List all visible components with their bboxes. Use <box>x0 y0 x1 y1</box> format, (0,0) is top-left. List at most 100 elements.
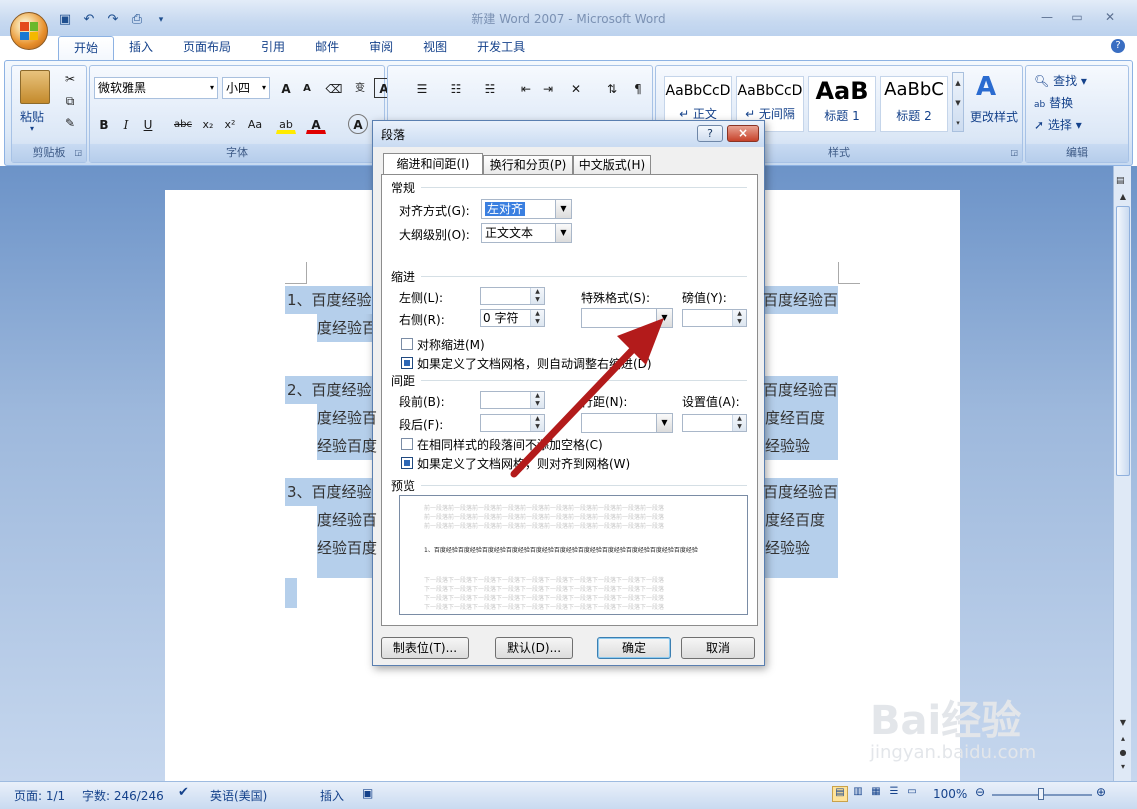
font-name-box[interactable]: 微软雅黑 ▾ <box>94 77 218 99</box>
numbering-icon[interactable]: ☷ <box>446 78 466 98</box>
cancel-button[interactable]: 取消 <box>681 637 755 659</box>
decrease-indent-icon[interactable]: ⇤ <box>516 78 536 98</box>
dialog-tab-asian[interactable]: 中文版式(H) <box>573 155 651 175</box>
format-painter-icon[interactable]: ✎ <box>60 112 80 132</box>
replace-button[interactable]: ab 替换 <box>1034 94 1073 111</box>
select-button[interactable]: ➚ 选择 ▾ <box>1034 116 1082 133</box>
status-mode[interactable]: 插入 <box>320 787 344 804</box>
status-language[interactable]: 英语(美国) <box>210 787 267 804</box>
highlight-icon[interactable]: ab <box>276 114 296 134</box>
copy-icon[interactable]: ⧉ <box>60 90 80 110</box>
special-select[interactable]: ▼ <box>581 308 673 328</box>
maximize-button[interactable]: ▭ <box>1065 8 1089 26</box>
vertical-scrollbar[interactable]: ▤ ▲ ▼ ▴ ● ▾ <box>1113 166 1131 781</box>
dialog-help-button[interactable]: ? <box>697 125 723 142</box>
change-styles-button[interactable]: 更改样式 <box>970 108 1018 125</box>
tab-mailings[interactable]: 邮件 <box>300 36 354 60</box>
tab-review[interactable]: 审阅 <box>354 36 408 60</box>
bullets-icon[interactable]: ☰ <box>412 78 432 98</box>
tabs-button[interactable]: 制表位(T)... <box>381 637 469 659</box>
scroll-thumb[interactable] <box>1116 206 1130 476</box>
browse-object-icon[interactable]: ● <box>1116 746 1130 760</box>
undo-icon[interactable]: ↶ <box>80 11 98 29</box>
close-window-button[interactable]: ✕ <box>1098 8 1122 26</box>
snap-grid-checkbox[interactable] <box>401 457 413 469</box>
outline-level-select[interactable]: 正文文本 ▼ <box>481 223 572 243</box>
scroll-down-icon[interactable]: ▼ <box>1116 716 1130 730</box>
proofing-icon[interactable]: ✔ <box>178 785 189 800</box>
scroll-up-icon[interactable]: ▲ <box>1116 192 1130 206</box>
auto-adjust-checkbox[interactable] <box>401 357 413 369</box>
full-screen-icon[interactable]: ▥ <box>850 786 866 804</box>
grow-font-icon[interactable]: A <box>276 78 296 98</box>
font-color-icon[interactable]: A <box>306 114 326 134</box>
strikethrough-icon[interactable]: abc <box>170 114 196 134</box>
dialog-close-button[interactable]: × <box>727 125 759 142</box>
paste-button[interactable]: 粘贴 <box>20 108 44 125</box>
ok-button[interactable]: 确定 <box>597 637 671 659</box>
underline-icon[interactable]: U <box>138 114 158 134</box>
after-spinner[interactable]: ▲ ▼ <box>480 414 545 432</box>
right-indent-spinner[interactable]: 0 字符 ▲ ▼ <box>480 309 545 327</box>
at-spinner[interactable]: ▲ ▼ <box>682 414 747 432</box>
italic-icon[interactable]: I <box>116 114 136 134</box>
outline-icon[interactable]: ☰ <box>886 786 902 804</box>
multilevel-list-icon[interactable]: ☵ <box>480 78 500 98</box>
office-button[interactable] <box>10 12 48 50</box>
save-icon[interactable]: ▣ <box>56 11 74 29</box>
subscript-icon[interactable]: x₂ <box>198 114 218 134</box>
print-preview-icon[interactable]: ⎙ <box>128 11 146 29</box>
tab-view[interactable]: 视图 <box>408 36 462 60</box>
dialog-tab-line-breaks[interactable]: 换行和分页(P) <box>483 155 573 175</box>
before-spinner[interactable]: ▲ ▼ <box>480 391 545 409</box>
style-heading-1[interactable]: AaB 标题 1 <box>808 76 876 132</box>
increase-indent-icon[interactable]: ⇥ <box>538 78 558 98</box>
show-marks-icon[interactable]: ¶ <box>628 78 648 98</box>
tab-page-layout[interactable]: 页面布局 <box>168 36 246 60</box>
minimize-button[interactable]: — <box>1035 8 1059 26</box>
phonetic-guide-icon[interactable]: 变 <box>350 78 370 98</box>
print-layout-icon[interactable]: ▤ <box>832 786 848 802</box>
style-heading-2[interactable]: AaBbC 标题 2 <box>880 76 948 132</box>
default-button[interactable]: 默认(D)... <box>495 637 573 659</box>
font-size-box[interactable]: 小四 ▾ <box>222 77 270 99</box>
web-layout-icon[interactable]: ▦ <box>868 786 884 804</box>
clear-format-icon[interactable]: ⌫ <box>324 78 344 98</box>
prev-page-icon[interactable]: ▴ <box>1116 732 1130 746</box>
status-page[interactable]: 页面: 1/1 <box>14 787 65 804</box>
by-spinner[interactable]: ▲ ▼ <box>682 309 747 327</box>
next-page-icon[interactable]: ▾ <box>1116 760 1130 774</box>
help-icon[interactable]: ? <box>1111 39 1125 53</box>
ruler-toggle-icon[interactable]: ▤ <box>1116 176 1128 188</box>
paste-icon[interactable] <box>20 70 50 104</box>
tab-home[interactable]: 开始 <box>58 36 115 60</box>
zoom-out-icon[interactable]: ⊖ <box>975 785 985 799</box>
customize-qat-icon[interactable]: ▾ <box>152 11 170 29</box>
zoom-in-icon[interactable]: ⊕ <box>1096 785 1106 799</box>
status-words[interactable]: 字数: 246/246 <box>82 787 164 804</box>
zoom-slider-thumb[interactable] <box>1038 788 1044 800</box>
dialog-tab-indents[interactable]: 缩进和间距(I) <box>383 153 483 175</box>
zoom-level[interactable]: 100% <box>933 787 967 801</box>
no-space-checkbox[interactable] <box>401 438 413 450</box>
chinese-layout-icon[interactable]: ✕ <box>566 78 586 98</box>
change-styles-icon[interactable]: A <box>976 72 996 102</box>
change-case-icon[interactable]: Aa <box>242 114 268 134</box>
superscript-icon[interactable]: x² <box>220 114 240 134</box>
tab-references[interactable]: 引用 <box>246 36 300 60</box>
styles-scroll[interactable]: ▲ ▼ ▾ <box>952 72 964 132</box>
tab-insert[interactable]: 插入 <box>114 36 168 60</box>
find-button[interactable]: 🔍︎ 查找 ▾ <box>1034 72 1087 89</box>
paste-dropdown-icon[interactable]: ▾ <box>30 124 34 133</box>
macro-record-icon[interactable]: ▣ <box>362 786 373 800</box>
left-indent-spinner[interactable]: ▲ ▼ <box>480 287 545 305</box>
draft-icon[interactable]: ▭ <box>904 786 920 804</box>
alignment-select[interactable]: 左对齐 ▼ <box>481 199 572 219</box>
mirror-indents-checkbox[interactable] <box>401 338 413 350</box>
tab-developer[interactable]: 开发工具 <box>462 36 540 60</box>
bold-icon[interactable]: B <box>94 114 114 134</box>
sort-icon[interactable]: ⇅ <box>602 78 622 98</box>
enclose-chars-icon[interactable]: A <box>348 114 368 134</box>
shrink-font-icon[interactable]: A <box>297 78 317 98</box>
cut-icon[interactable]: ✂ <box>60 68 80 88</box>
